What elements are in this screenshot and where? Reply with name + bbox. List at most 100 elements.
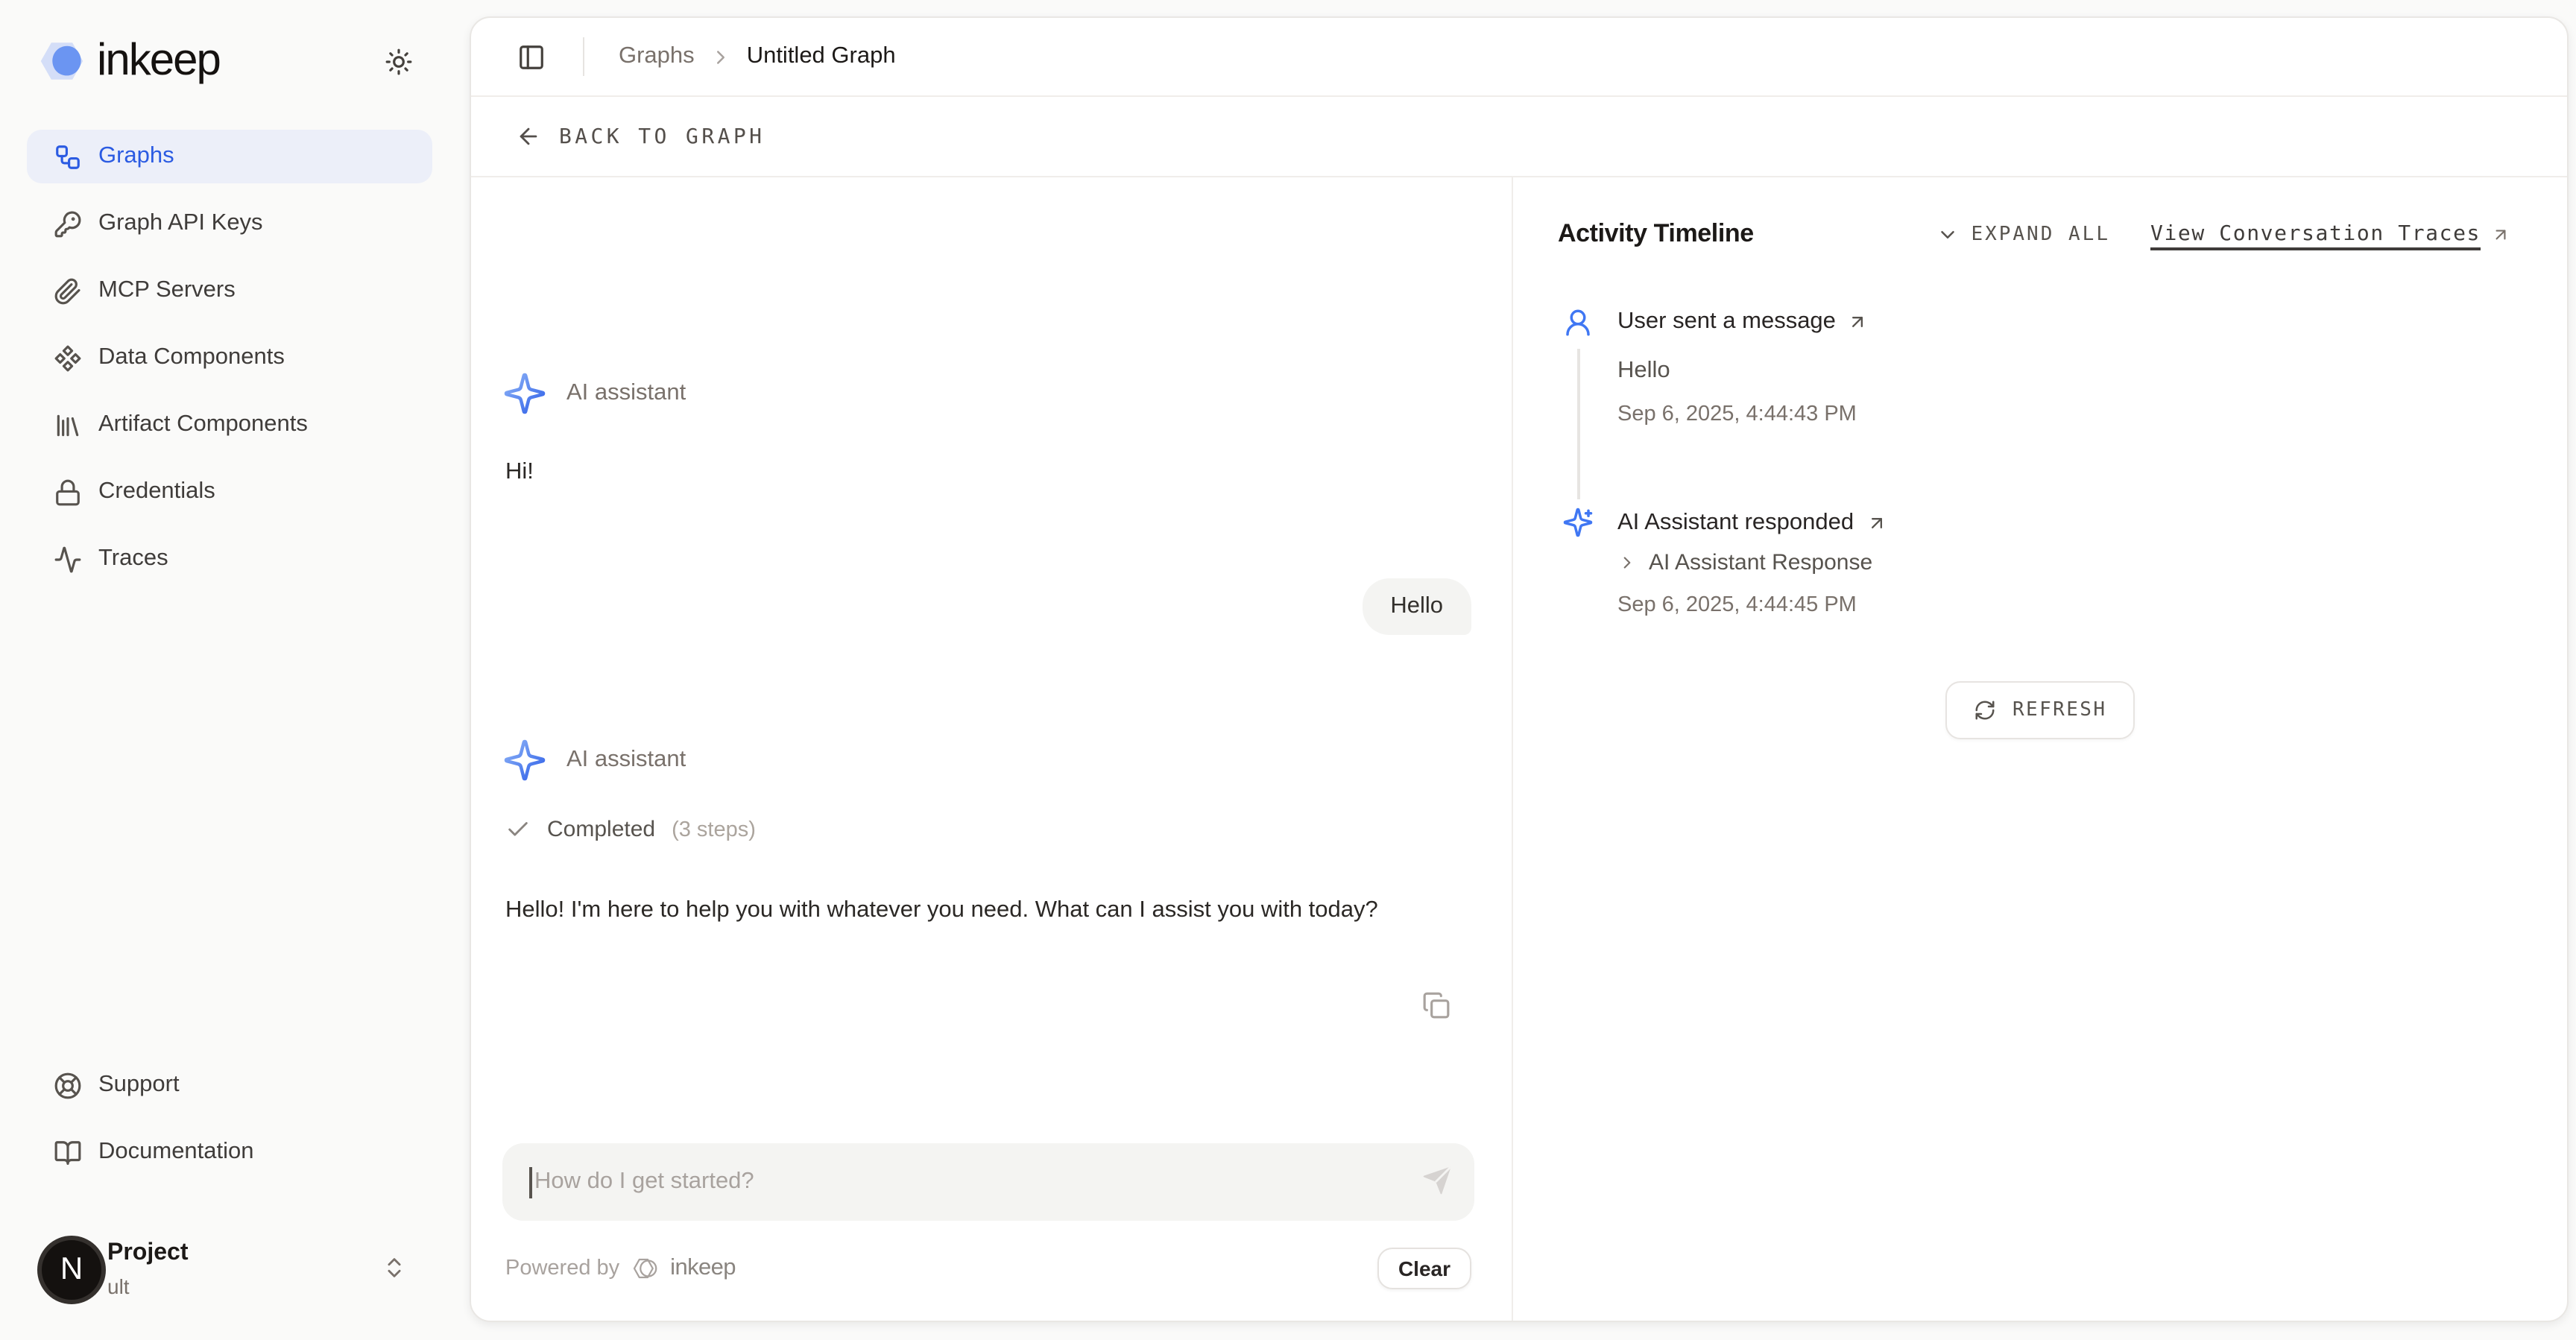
sidebar-item-support[interactable]: Support xyxy=(27,1058,432,1112)
sidebar-item-credentials[interactable]: Credentials xyxy=(27,465,432,519)
timeline-response-toggle[interactable]: AI Assistant Response xyxy=(1617,550,1872,575)
sidebar-item-label: Data Components xyxy=(98,344,285,371)
chevron-down-icon xyxy=(1936,223,1959,245)
sidebar-item-mcp-servers[interactable]: MCP Servers xyxy=(27,264,432,317)
refresh-button[interactable]: REFRESH xyxy=(1945,681,2135,739)
key-icon xyxy=(54,209,82,238)
avatar[interactable]: N xyxy=(37,1236,106,1304)
assistant-message-header: AI assistant xyxy=(502,738,686,783)
assistant-message-text: Hello! I'm here to help you with whateve… xyxy=(505,891,1427,930)
inkeep-outline-icon xyxy=(631,1255,658,1282)
inkeep-logo-icon xyxy=(39,39,85,83)
inkeep-logo-text: inkeep xyxy=(97,36,220,86)
sidebar-item-documentation[interactable]: Documentation xyxy=(27,1125,432,1179)
timeline-event-title-text: User sent a message xyxy=(1617,309,1836,335)
view-traces-label: View Conversation Traces xyxy=(2150,222,2481,246)
content-area: AI assistant Hi! Hello AI assistant Comp… xyxy=(471,177,2567,1322)
sidebar-item-graph-api-keys[interactable]: Graph API Keys xyxy=(27,197,432,250)
assistant-message-text: Hi! xyxy=(505,459,534,486)
send-icon xyxy=(1421,1164,1453,1197)
powered-by-label: Powered by xyxy=(505,1257,619,1280)
status-steps: (3 steps) xyxy=(672,818,756,841)
sidebar-nav: Graphs Graph API Keys MCP Servers Data C… xyxy=(27,130,432,599)
breadcrumb: Graphs Untitled Graph xyxy=(619,43,896,70)
paperclip-icon xyxy=(54,276,82,305)
completion-status[interactable]: Completed (3 steps) xyxy=(505,817,756,842)
sidebar-footer-nav: Support Documentation xyxy=(27,1058,432,1192)
breadcrumb-current: Untitled Graph xyxy=(747,43,896,70)
chat-input-placeholder: How do I get started? xyxy=(534,1169,754,1195)
project-switcher[interactable]: N Project ult xyxy=(0,1222,470,1340)
sidebar-item-label: Traces xyxy=(98,546,168,572)
workflow-icon xyxy=(54,142,82,171)
expand-all-button[interactable]: EXPAND ALL xyxy=(1971,223,2110,245)
back-to-graph-button[interactable]: BACK TO GRAPH xyxy=(516,124,765,149)
timeline-response-label: AI Assistant Response xyxy=(1649,550,1872,575)
inkeep-logo: inkeep xyxy=(39,36,220,86)
chat-panel: AI assistant Hi! Hello AI assistant Comp… xyxy=(471,177,1513,1322)
powered-by-brand: inkeep xyxy=(670,1255,736,1282)
copy-icon xyxy=(1422,991,1450,1020)
sparkles-icon xyxy=(502,738,547,783)
chat-input[interactable]: How do I get started? xyxy=(502,1143,1474,1221)
sidebar: inkeep Graphs Graph API Keys MCP Servers xyxy=(0,0,470,1340)
header-divider xyxy=(583,37,584,76)
theme-toggle-button[interactable] xyxy=(380,43,417,80)
sidebar-item-label: Credentials xyxy=(98,478,215,505)
arrow-left-icon xyxy=(516,124,541,149)
panel-left-icon xyxy=(517,42,546,71)
chevrons-up-down-icon[interactable] xyxy=(382,1255,407,1280)
chevron-right-icon xyxy=(710,45,732,68)
assistant-name: AI assistant xyxy=(566,747,686,774)
sidebar-item-label: Artifact Components xyxy=(98,411,308,438)
breadcrumb-graphs-link[interactable]: Graphs xyxy=(619,43,695,70)
arrow-up-right-icon xyxy=(1848,312,1869,332)
view-conversation-traces-link[interactable]: View Conversation Traces xyxy=(2150,222,2510,246)
toolbar-row: BACK TO GRAPH xyxy=(471,97,2567,177)
timeline-header: Activity Timeline EXPAND ALL View Conver… xyxy=(1558,219,2510,249)
sidebar-toggle-button[interactable] xyxy=(514,39,549,74)
timeline-event-timestamp: Sep 6, 2025, 4:44:45 PM xyxy=(1617,593,1857,617)
sidebar-item-label: Documentation xyxy=(98,1139,254,1166)
user-message-bubble: Hello xyxy=(1362,578,1471,635)
sidebar-item-traces[interactable]: Traces xyxy=(27,532,432,586)
chevron-right-icon xyxy=(1617,553,1637,572)
timeline-event-body: Hello xyxy=(1617,358,1670,385)
clear-button[interactable]: Clear xyxy=(1377,1248,1471,1289)
app-root: inkeep Graphs Graph API Keys MCP Servers xyxy=(0,0,2576,1340)
text-cursor xyxy=(529,1166,531,1198)
project-title: Project xyxy=(107,1240,189,1267)
back-to-graph-label: BACK TO GRAPH xyxy=(559,124,765,148)
send-button[interactable] xyxy=(1421,1164,1453,1197)
sparkles-icon xyxy=(502,371,547,416)
sun-icon xyxy=(385,48,413,76)
main-panel: Graphs Untitled Graph BACK TO GRAPH AI a… xyxy=(470,16,2569,1322)
sidebar-item-graphs[interactable]: Graphs xyxy=(27,130,432,183)
lock-icon xyxy=(54,478,82,506)
avatar-letter: N xyxy=(60,1252,83,1288)
refresh-label: REFRESH xyxy=(2012,699,2106,721)
refresh-icon xyxy=(1974,699,1996,721)
sidebar-item-artifact-components[interactable]: Artifact Components xyxy=(27,398,432,452)
status-label: Completed xyxy=(547,817,655,842)
sidebar-item-label: Support xyxy=(98,1072,180,1099)
collapse-toggle-button[interactable] xyxy=(1936,223,1959,245)
book-open-icon xyxy=(54,1138,82,1166)
timeline-event-title[interactable]: User sent a message xyxy=(1617,309,1869,335)
library-icon xyxy=(54,411,82,439)
assistant-name: AI assistant xyxy=(566,380,686,407)
arrow-up-right-icon xyxy=(2491,224,2510,244)
sparkles-icon xyxy=(1562,507,1594,538)
powered-by[interactable]: Powered by inkeep xyxy=(505,1255,736,1282)
check-icon xyxy=(505,817,531,842)
timeline-actions: EXPAND ALL View Conversation Traces xyxy=(1936,222,2510,246)
sidebar-item-label: MCP Servers xyxy=(98,277,236,304)
timeline-event-timestamp: Sep 6, 2025, 4:44:43 PM xyxy=(1617,402,1857,426)
arrow-up-right-icon xyxy=(1866,513,1887,534)
sidebar-item-data-components[interactable]: Data Components xyxy=(27,331,432,385)
timeline-event-title[interactable]: AI Assistant responded xyxy=(1617,510,1887,537)
life-buoy-icon xyxy=(54,1071,82,1099)
sidebar-item-label: Graph API Keys xyxy=(98,210,263,237)
timeline-event-title-text: AI Assistant responded xyxy=(1617,510,1854,537)
copy-button[interactable] xyxy=(1422,991,1450,1020)
